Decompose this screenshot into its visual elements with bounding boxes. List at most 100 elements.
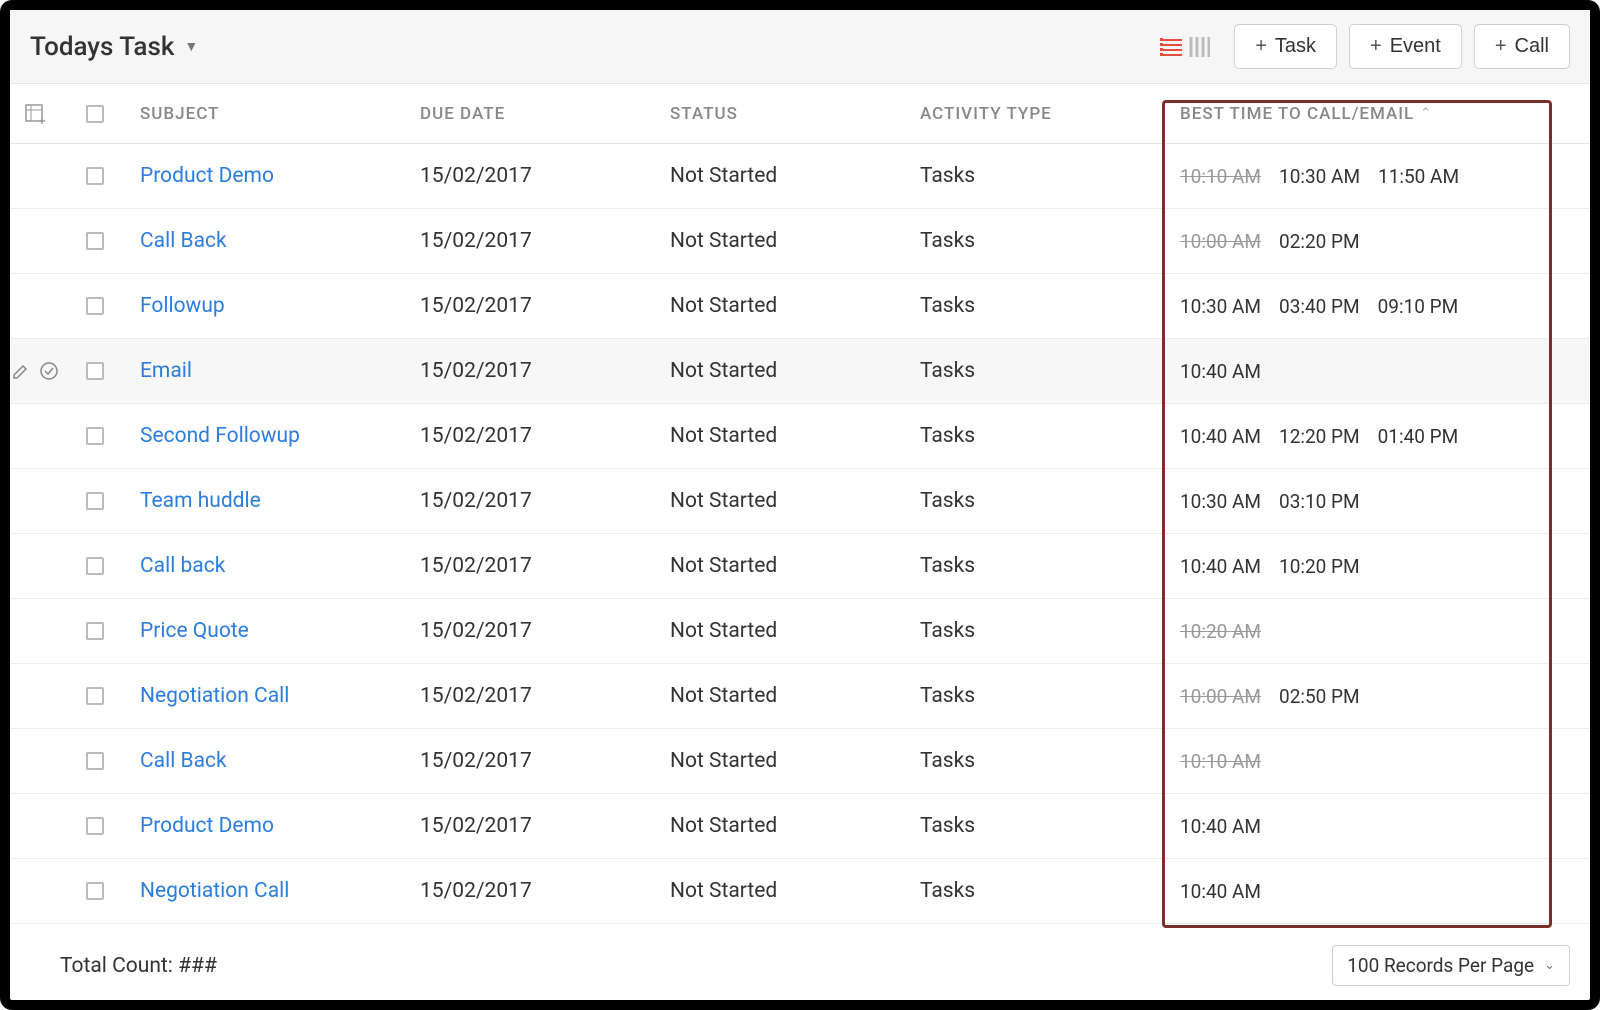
select-all-checkbox[interactable]	[86, 105, 104, 123]
due-cell: 15/02/2017	[420, 164, 670, 188]
column-header-activity-type[interactable]: ACTIVITY TYPE	[920, 104, 1170, 124]
subject-link[interactable]: Negotiation Call	[140, 879, 289, 903]
column-header-best-time[interactable]: BEST TIME TO CALL/EMAIL ⌃	[1170, 104, 1590, 124]
row-checkbox[interactable]	[86, 882, 104, 900]
due-cell: 15/02/2017	[420, 229, 670, 253]
best-time-value: 09:10 PM	[1378, 295, 1459, 318]
due-cell: 15/02/2017	[420, 359, 670, 383]
subject-link[interactable]: Team huddle	[140, 489, 261, 513]
new-call-button[interactable]: + Call	[1474, 24, 1570, 69]
subject-link[interactable]: Call Back	[140, 749, 227, 773]
row-checkbox[interactable]	[86, 622, 104, 640]
sort-asc-icon: ⌃	[1420, 106, 1432, 121]
row-checkbox[interactable]	[86, 492, 104, 510]
table-row[interactable]: Price Quote15/02/2017Not StartedTasks10:…	[10, 599, 1590, 664]
type-cell: Tasks	[920, 489, 1170, 513]
subject-link[interactable]: Call back	[140, 554, 225, 578]
subject-link[interactable]: Product Demo	[140, 164, 274, 188]
chevron-down-icon: ▼	[184, 38, 198, 55]
due-cell: 15/02/2017	[420, 749, 670, 773]
table-row[interactable]: Followup15/02/2017Not StartedTasks10:30 …	[10, 274, 1590, 339]
column-header-best-time-label: BEST TIME TO CALL/EMAIL	[1180, 104, 1414, 124]
row-checkbox[interactable]	[86, 817, 104, 835]
type-cell: Tasks	[920, 294, 1170, 318]
subject-link[interactable]: Negotiation Call	[140, 684, 289, 708]
type-cell: Tasks	[920, 424, 1170, 448]
column-settings-icon[interactable]	[25, 104, 45, 124]
subject-link[interactable]: Product Demo	[140, 814, 274, 838]
best-time-value: 10:40 AM	[1180, 880, 1261, 903]
row-checkbox[interactable]	[86, 752, 104, 770]
records-per-page-select[interactable]: 100 Records Per Page ⌄	[1332, 945, 1570, 986]
due-cell: 15/02/2017	[420, 554, 670, 578]
due-cell: 15/02/2017	[420, 489, 670, 513]
row-checkbox[interactable]	[86, 362, 104, 380]
table-row[interactable]: Call Back15/02/2017Not StartedTasks10:10…	[10, 729, 1590, 794]
view-title-text: Todays Task	[30, 32, 174, 62]
row-checkbox[interactable]	[86, 167, 104, 185]
chevron-down-icon: ⌄	[1544, 958, 1555, 973]
column-header-status[interactable]: STATUS	[670, 104, 920, 124]
subject-link[interactable]: Email	[140, 359, 192, 383]
best-time-value: 10:40 AM	[1180, 360, 1261, 383]
best-time-value: 10:00 AM	[1180, 230, 1261, 253]
subject-link[interactable]: Price Quote	[140, 619, 249, 643]
status-cell: Not Started	[670, 359, 920, 383]
event-button-label: Event	[1390, 35, 1441, 58]
type-cell: Tasks	[920, 879, 1170, 903]
edit-icon[interactable]	[11, 361, 31, 381]
table-row[interactable]: Call back15/02/2017Not StartedTasks10:40…	[10, 534, 1590, 599]
complete-icon[interactable]	[39, 361, 59, 381]
subject-link[interactable]: Call Back	[140, 229, 227, 253]
status-cell: Not Started	[670, 684, 920, 708]
best-time-value: 11:50 AM	[1378, 165, 1459, 188]
best-time-value: 10:40 AM	[1180, 815, 1261, 838]
best-time-value: 10:10 AM	[1180, 750, 1261, 773]
type-cell: Tasks	[920, 749, 1170, 773]
type-cell: Tasks	[920, 684, 1170, 708]
row-checkbox[interactable]	[86, 557, 104, 575]
best-time-value: 10:40 AM	[1180, 555, 1261, 578]
column-header-due-date[interactable]: DUE DATE	[420, 104, 670, 124]
plus-icon: +	[1370, 35, 1382, 58]
table-row[interactable]: Email15/02/2017Not StartedTasks10:40 AM	[10, 339, 1590, 404]
subject-link[interactable]: Followup	[140, 294, 225, 318]
due-cell: 15/02/2017	[420, 684, 670, 708]
best-time-value: 10:30 AM	[1279, 165, 1360, 188]
new-task-button[interactable]: + Task	[1234, 24, 1337, 69]
type-cell: Tasks	[920, 164, 1170, 188]
status-cell: Not Started	[670, 554, 920, 578]
best-time-value: 10:10 AM	[1180, 165, 1261, 188]
task-button-label: Task	[1275, 35, 1316, 58]
table-row[interactable]: Negotiation Call 15/02/2017Not StartedTas…	[10, 859, 1590, 924]
table-row[interactable]: Team huddle 15/02/2017Not StartedTasks 10:…	[10, 469, 1590, 534]
column-header-subject[interactable]: SUBJECT	[130, 104, 420, 124]
view-selector[interactable]: Todays Task ▼	[30, 32, 198, 62]
due-cell: 15/02/2017	[420, 424, 670, 448]
list-view-icon[interactable]	[1160, 38, 1182, 56]
call-button-label: Call	[1515, 35, 1549, 58]
table-row[interactable]: Product Demo15/02/2017Not StartedTasks10…	[10, 144, 1590, 209]
best-time-value: 10:20 PM	[1279, 555, 1360, 578]
due-cell: 15/02/2017	[420, 619, 670, 643]
table-row[interactable]: Product Demo15/02/2017Not StartedTasks10…	[10, 794, 1590, 859]
row-checkbox[interactable]	[86, 297, 104, 315]
row-checkbox[interactable]	[86, 232, 104, 250]
best-time-value: 10:20 AM	[1180, 620, 1261, 643]
due-cell: 15/02/2017	[420, 879, 670, 903]
status-cell: Not Started	[670, 619, 920, 643]
status-cell: Not Started	[670, 489, 920, 513]
status-cell: Not Started	[670, 879, 920, 903]
new-event-button[interactable]: + Event	[1349, 24, 1462, 69]
row-checkbox[interactable]	[86, 687, 104, 705]
best-time-value: 10:00 AM	[1180, 685, 1261, 708]
row-checkbox[interactable]	[86, 427, 104, 445]
table-row[interactable]: Call Back15/02/2017Not StartedTasks10:00…	[10, 209, 1590, 274]
table-row[interactable]: Negotiation Call 15/02/2017Not StartedTas…	[10, 664, 1590, 729]
plus-icon: +	[1495, 35, 1507, 58]
best-time-value: 10:30 AM	[1180, 490, 1261, 513]
table-row[interactable]: Second Followup15/02/2017Not StartedTask…	[10, 404, 1590, 469]
subject-link[interactable]: Second Followup	[140, 424, 300, 448]
best-time-value: 02:20 PM	[1279, 230, 1360, 253]
kanban-view-icon[interactable]	[1188, 37, 1210, 57]
